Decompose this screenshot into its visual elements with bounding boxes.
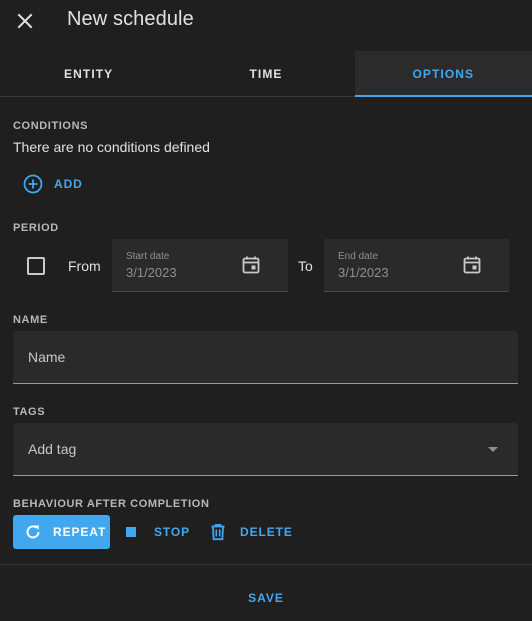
start-date-value: 3/1/2023 — [126, 265, 177, 280]
period-checkbox[interactable] — [27, 257, 45, 275]
end-date-label: End date — [338, 251, 379, 262]
repeat-icon — [26, 525, 40, 539]
repeat-label: REPEAT — [53, 525, 107, 539]
stop-button[interactable]: STOP — [124, 515, 190, 549]
delete-label: DELETE — [240, 525, 293, 539]
name-field — [13, 331, 518, 384]
close-icon — [17, 13, 33, 29]
conditions-label: CONDITIONS — [13, 120, 89, 132]
tab-options[interactable]: OPTIONS — [354, 51, 532, 97]
period-label: PERIOD — [13, 222, 59, 234]
tab-entity[interactable]: ENTITY — [0, 51, 177, 96]
dialog-title: New schedule — [67, 8, 194, 30]
tab-time[interactable]: TIME — [177, 51, 354, 96]
trash-icon — [211, 524, 225, 541]
delete-button[interactable]: DELETE — [209, 515, 293, 549]
name-label: NAME — [13, 314, 48, 326]
calendar-icon[interactable] — [241, 255, 261, 275]
close-button[interactable] — [13, 9, 37, 33]
to-label: To — [298, 258, 313, 274]
stop-label: STOP — [154, 525, 191, 539]
from-label: From — [68, 258, 101, 274]
dropdown-arrow-icon[interactable] — [488, 447, 498, 452]
tags-label: TAGS — [13, 406, 46, 418]
behaviour-label: BEHAVIOUR AFTER COMPLETION — [13, 498, 210, 510]
name-input[interactable] — [13, 331, 518, 383]
add-condition-label: ADD — [54, 177, 83, 191]
footer-divider — [0, 564, 532, 565]
stop-icon — [126, 527, 136, 537]
end-date-field[interactable]: End date 3/1/2023 — [324, 239, 509, 292]
repeat-button[interactable]: REPEAT — [13, 515, 110, 549]
tags-input[interactable] — [13, 423, 518, 475]
calendar-icon[interactable] — [462, 255, 482, 275]
plus-circle-icon — [23, 174, 43, 194]
start-date-field[interactable]: Start date 3/1/2023 — [112, 239, 288, 292]
dialog-header: New schedule — [0, 0, 532, 51]
tab-bar: ENTITY TIME OPTIONS — [0, 51, 532, 97]
tags-field — [13, 423, 518, 476]
save-button[interactable]: SAVE — [236, 584, 296, 612]
add-condition-button[interactable]: ADD — [13, 168, 93, 200]
start-date-label: Start date — [126, 251, 170, 262]
end-date-value: 3/1/2023 — [338, 265, 389, 280]
conditions-empty-text: There are no conditions defined — [13, 139, 210, 155]
